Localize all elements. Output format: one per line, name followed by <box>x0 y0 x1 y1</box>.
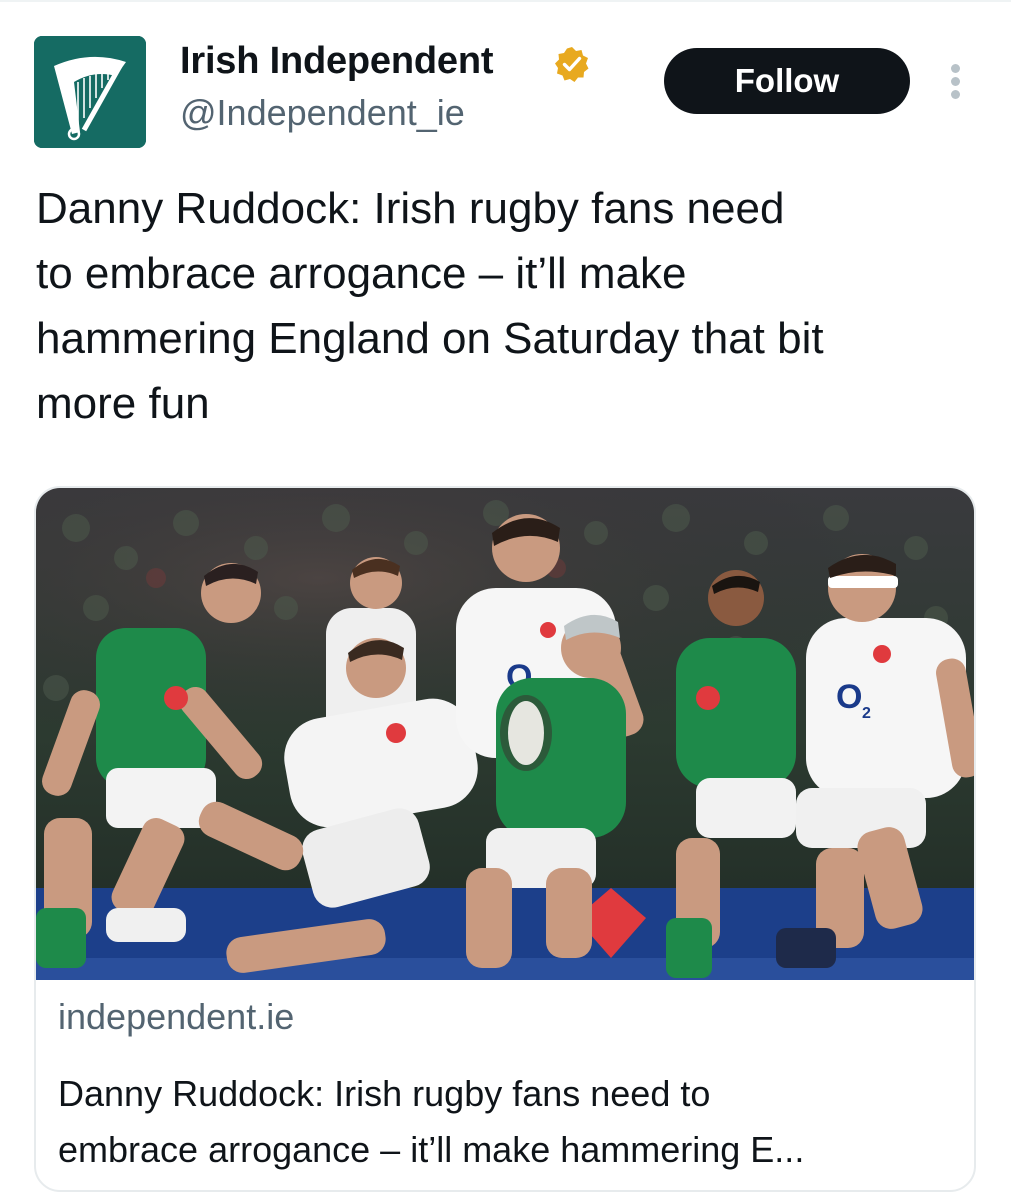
tweet-text: Danny Ruddock: Irish rugby fans need to … <box>36 176 986 436</box>
svg-text:O: O <box>836 678 862 716</box>
tweet-text-line: more fun <box>36 379 210 428</box>
follow-button[interactable]: Follow <box>664 48 910 114</box>
more-options-icon[interactable] <box>936 58 976 104</box>
verified-badge-icon <box>555 47 589 82</box>
tweet-text-line: hammering England on Saturday that bit <box>36 314 824 363</box>
harp-logo-icon <box>34 36 146 148</box>
svg-text:2: 2 <box>862 705 871 722</box>
card-title-line: embrace arrogance – it’ll make hammering… <box>58 1129 805 1170</box>
card-title-line: Danny Ruddock: Irish rugby fans need to <box>58 1073 711 1114</box>
account-display-name[interactable]: Irish Independent <box>180 40 493 83</box>
rugby-match-photo: O 2 <box>36 488 974 980</box>
tweet-text-line: Danny Ruddock: Irish rugby fans need <box>36 184 785 233</box>
tweet: Irish Independent @Independent_ie Follow… <box>0 0 1011 1200</box>
card-domain: independent.ie <box>58 996 295 1037</box>
tweet-text-line: to embrace arrogance – it’ll make <box>36 249 687 298</box>
account-avatar[interactable] <box>34 36 146 148</box>
card-title: Danny Ruddock: Irish rugby fans need to … <box>58 1066 958 1178</box>
link-preview-card[interactable]: O 2 <box>34 486 976 1192</box>
account-handle[interactable]: @Independent_ie <box>180 92 465 134</box>
